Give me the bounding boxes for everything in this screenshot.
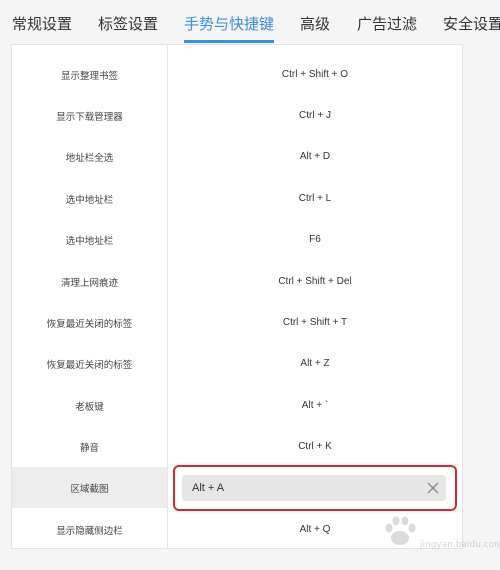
shortcut-row: 静音 Ctrl + K <box>12 426 462 467</box>
shortcut-key[interactable]: F6 <box>168 219 462 260</box>
shortcut-name: 选中地址栏 <box>65 194 114 206</box>
shortcut-name: 清理上网痕迹 <box>60 277 118 289</box>
shortcut-name: 区域截图 <box>12 467 167 508</box>
shortcut-key[interactable]: Alt + Z <box>168 343 462 384</box>
shortcut-name: 显示整理书签 <box>60 70 118 82</box>
watermark-text: jingyan.baidu.com <box>420 540 500 550</box>
shortcut-key[interactable]: Alt + ` <box>168 385 462 426</box>
active-tab-indicator <box>184 40 274 43</box>
shortcut-key[interactable]: Ctrl + Shift + O <box>168 54 462 95</box>
shortcut-key[interactable]: Alt + D <box>168 136 462 177</box>
shortcut-row: 老板键 Alt + ` <box>12 385 462 426</box>
shortcut-key[interactable]: Ctrl + L <box>168 178 462 219</box>
shortcut-name: 静音 <box>79 442 99 454</box>
settings-page: 常规设置 标签设置 手势与快捷键 高级 广告过滤 安全设置 显示整理书签 Ctr… <box>0 0 500 570</box>
shortcut-row: 地址栏全选 Alt + D <box>12 136 462 177</box>
shortcut-row: 恢复最近关闭的标签 Ctrl + Shift + T <box>12 302 462 343</box>
shortcut-name: 地址栏全选 <box>65 152 114 164</box>
tab-gestures-shortcuts[interactable]: 手势与快捷键 <box>184 13 274 34</box>
shortcut-key[interactable]: Ctrl + Shift + Del <box>168 261 462 302</box>
tab-tabs[interactable]: 标签设置 <box>98 13 158 34</box>
shortcut-name: 显示下载管理器 <box>56 111 123 123</box>
tab-ad-filter[interactable]: 广告过滤 <box>357 13 417 34</box>
shortcut-key-input[interactable] <box>192 475 412 501</box>
baidu-paw-logo-icon <box>385 516 416 545</box>
shortcut-edit-field[interactable] <box>182 475 446 501</box>
baidu-watermark: jingyan.baidu.com <box>380 514 500 554</box>
shortcut-name: 老板键 <box>75 401 104 413</box>
shortcut-row: 恢复最近关闭的标签 Alt + Z <box>12 343 462 384</box>
shortcut-key[interactable]: Ctrl + K <box>168 426 462 467</box>
shortcut-edit-highlight <box>173 465 457 511</box>
shortcut-row: 清理上网痕迹 Ctrl + Shift + Del <box>12 261 462 302</box>
shortcut-row: 显示整理书签 Ctrl + Shift + O <box>12 54 462 95</box>
tab-advanced[interactable]: 高级 <box>300 13 330 34</box>
tab-security[interactable]: 安全设置 <box>443 13 500 34</box>
settings-tab-bar: 常规设置 标签设置 手势与快捷键 高级 广告过滤 安全设置 <box>0 0 500 44</box>
shortcut-name: 选中地址栏 <box>65 235 114 247</box>
shortcut-name: 恢复最近关闭的标签 <box>46 359 133 371</box>
shortcut-row: 选中地址栏 Ctrl + L <box>12 178 462 219</box>
shortcut-name: 恢复最近关闭的标签 <box>46 318 133 330</box>
shortcut-key[interactable]: Ctrl + Shift + T <box>168 302 462 343</box>
shortcut-key[interactable]: Ctrl + J <box>168 95 462 136</box>
tab-general[interactable]: 常规设置 <box>12 13 72 34</box>
shortcut-name: 显示隐藏侧边栏 <box>56 525 123 537</box>
close-icon[interactable] <box>426 481 440 495</box>
shortcut-row: 选中地址栏 F6 <box>12 219 462 260</box>
shortcut-row: 显示下载管理器 Ctrl + J <box>12 95 462 136</box>
